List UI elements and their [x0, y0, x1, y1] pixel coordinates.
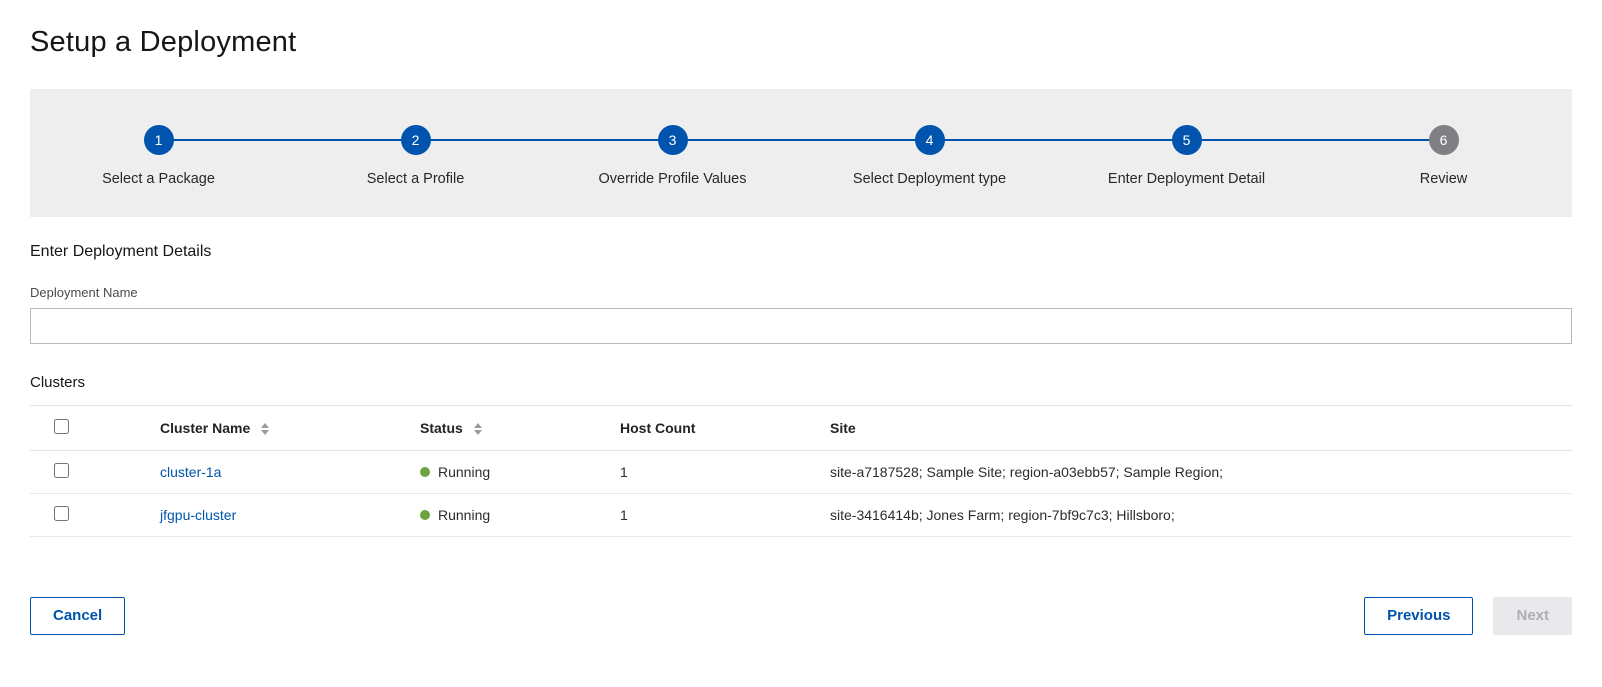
- cluster-link[interactable]: jfgpu-cluster: [160, 507, 236, 523]
- next-button[interactable]: Next: [1493, 597, 1572, 635]
- table-row: jfgpu-cluster Running 1 site-3416414b; J…: [30, 494, 1572, 537]
- status-label: Running: [438, 507, 490, 523]
- deployment-name-label: Deployment Name: [30, 285, 1572, 300]
- cluster-name-cell: jfgpu-cluster: [152, 494, 412, 537]
- step-2-label: Select a Profile: [367, 171, 465, 187]
- step-4-label: Select Deployment type: [853, 171, 1006, 187]
- stepper-step-4: 4 Select Deployment type: [801, 125, 1058, 187]
- stepper-step-2: 2 Select a Profile: [287, 125, 544, 187]
- column-header-select: [30, 406, 152, 451]
- host-count-cell: 1: [612, 494, 822, 537]
- previous-button[interactable]: Previous: [1364, 597, 1473, 635]
- deployment-name-input[interactable]: [30, 308, 1572, 344]
- stepper-step-1: 1 Select a Package: [30, 125, 287, 187]
- column-header-status-label: Status: [420, 420, 463, 436]
- stepper-step-6: 6 Review: [1315, 125, 1572, 187]
- status-cell: Running: [412, 494, 612, 537]
- site-cell: site-3416414b; Jones Farm; region-7bf9c7…: [822, 494, 1572, 537]
- stepper: 1 Select a Package 2 Select a Profile 3 …: [30, 89, 1572, 217]
- row-select-cell: [30, 451, 152, 494]
- site-cell: site-a7187528; Sample Site; region-a03eb…: [822, 451, 1572, 494]
- column-header-status[interactable]: Status: [412, 406, 612, 451]
- cluster-name-cell: cluster-1a: [152, 451, 412, 494]
- sort-icon[interactable]: [261, 423, 269, 435]
- section-title-clusters: Clusters: [30, 374, 1572, 391]
- step-2-indicator[interactable]: 2: [401, 125, 431, 155]
- column-header-host-count: Host Count: [612, 406, 822, 451]
- cancel-button[interactable]: Cancel: [30, 597, 125, 635]
- footer-actions: Cancel Previous Next: [30, 597, 1572, 635]
- column-header-cluster-name[interactable]: Cluster Name: [152, 406, 412, 451]
- row-checkbox[interactable]: [54, 506, 69, 521]
- select-all-checkbox[interactable]: [54, 419, 69, 434]
- column-header-cluster-name-label: Cluster Name: [160, 420, 250, 436]
- step-6-indicator[interactable]: 6: [1429, 125, 1459, 155]
- section-title-deployment-details: Enter Deployment Details: [30, 243, 1572, 261]
- status-cell: Running: [412, 451, 612, 494]
- step-1-indicator[interactable]: 1: [144, 125, 174, 155]
- status-running-icon: [420, 510, 430, 520]
- row-checkbox[interactable]: [54, 463, 69, 478]
- step-5-indicator[interactable]: 5: [1172, 125, 1202, 155]
- status-running-icon: [420, 467, 430, 477]
- clusters-table: Cluster Name Status Host Count Site clus…: [30, 405, 1572, 537]
- host-count-cell: 1: [612, 451, 822, 494]
- sort-icon[interactable]: [474, 423, 482, 435]
- table-row: cluster-1a Running 1 site-a7187528; Samp…: [30, 451, 1572, 494]
- step-6-label: Review: [1420, 171, 1468, 187]
- stepper-step-3: 3 Override Profile Values: [544, 125, 801, 187]
- step-5-label: Enter Deployment Detail: [1108, 171, 1265, 187]
- stepper-step-5: 5 Enter Deployment Detail: [1058, 125, 1315, 187]
- column-header-site: Site: [822, 406, 1572, 451]
- step-4-indicator[interactable]: 4: [915, 125, 945, 155]
- step-3-indicator[interactable]: 3: [658, 125, 688, 155]
- cluster-link[interactable]: cluster-1a: [160, 464, 221, 480]
- page-title: Setup a Deployment: [30, 26, 1572, 59]
- row-select-cell: [30, 494, 152, 537]
- status-label: Running: [438, 464, 490, 480]
- step-1-label: Select a Package: [102, 171, 215, 187]
- setup-deployment-page: Setup a Deployment 1 Select a Package 2 …: [0, 26, 1602, 635]
- step-3-label: Override Profile Values: [598, 171, 746, 187]
- table-header-row: Cluster Name Status Host Count Site: [30, 406, 1572, 451]
